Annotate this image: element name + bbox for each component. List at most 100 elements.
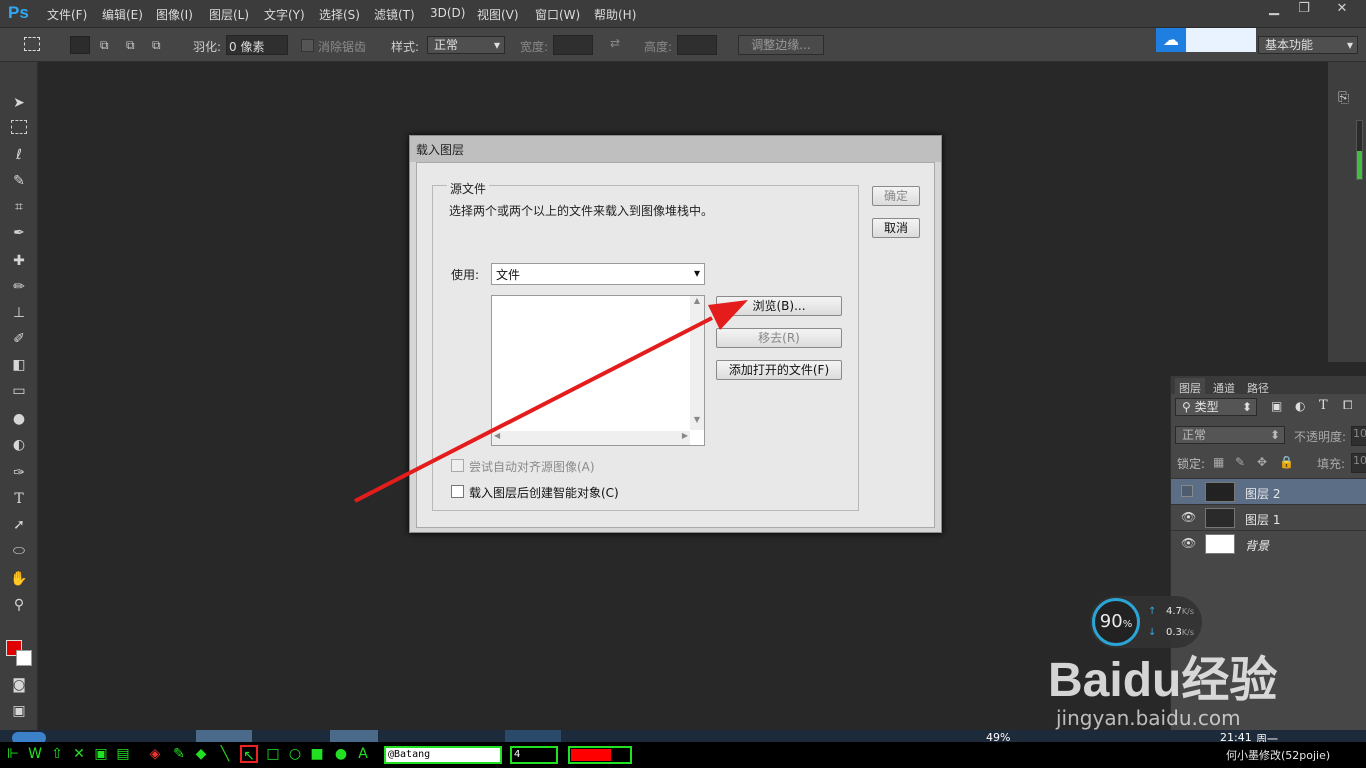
menu-layer[interactable]: 图层(L) bbox=[209, 6, 249, 23]
ok-button[interactable]: 确定 bbox=[872, 186, 920, 206]
blur-tool-icon[interactable]: ● bbox=[9, 410, 29, 428]
filled-circle-icon[interactable]: ● bbox=[332, 745, 350, 763]
file-list[interactable]: ▲ ▼ ◀ ▶ bbox=[491, 295, 705, 446]
menu-filter[interactable]: 滤镜(T) bbox=[374, 6, 415, 23]
menu-edit[interactable]: 编辑(E) bbox=[102, 6, 143, 23]
type-tool-icon[interactable]: T bbox=[9, 490, 29, 508]
browse-button[interactable]: 浏览(B)... bbox=[716, 296, 842, 316]
layer-name[interactable]: 图层 1 bbox=[1245, 511, 1280, 528]
word-icon[interactable]: W bbox=[26, 745, 44, 763]
layer-row-2[interactable]: 图层 2 bbox=[1171, 478, 1366, 504]
scrollbar[interactable] bbox=[1356, 120, 1363, 180]
arrow-tool-icon[interactable]: ↖ bbox=[240, 745, 258, 764]
layer-name[interactable]: 背景 bbox=[1245, 537, 1269, 554]
tab-layers[interactable]: 图层 bbox=[1175, 378, 1205, 398]
swap-icon[interactable]: ⇄ bbox=[610, 36, 620, 50]
add-selection-icon[interactable]: ⧉ bbox=[100, 38, 109, 53]
smart-object-checkbox[interactable] bbox=[451, 485, 464, 498]
circle-icon[interactable]: ○ bbox=[286, 745, 304, 763]
minimize-button[interactable]: ▁ bbox=[1259, 0, 1289, 20]
eyedropper-tool-icon[interactable]: ✒ bbox=[9, 224, 29, 242]
history-panel-icon[interactable]: ⎘ bbox=[1338, 90, 1349, 106]
pixel-filter-icon[interactable]: ▣ bbox=[1271, 399, 1282, 413]
height-input[interactable] bbox=[677, 35, 717, 55]
gradient-tool-icon[interactable]: ▭ bbox=[9, 382, 29, 400]
lasso-tool-icon[interactable]: ℓ bbox=[9, 146, 29, 164]
new-selection-icon[interactable] bbox=[70, 36, 90, 54]
visibility-toggle[interactable] bbox=[1181, 485, 1193, 497]
intersect-selection-icon[interactable]: ⧉ bbox=[152, 38, 161, 53]
lock-brush-icon[interactable]: ✎ bbox=[1235, 455, 1245, 469]
healing-tool-icon[interactable]: ✚ bbox=[9, 252, 29, 270]
horizontal-scrollbar[interactable]: ◀ ▶ bbox=[492, 431, 690, 445]
brush-tool-icon[interactable]: ✏ bbox=[9, 278, 29, 296]
feather-input[interactable]: 0 像素 bbox=[226, 35, 288, 55]
tab-channels[interactable]: 通道 bbox=[1209, 378, 1239, 398]
taskbar-app-3[interactable] bbox=[505, 730, 561, 742]
taskbar-app-2[interactable] bbox=[330, 730, 378, 742]
text-icon[interactable]: A bbox=[354, 745, 372, 763]
menu-file[interactable]: 文件(F) bbox=[47, 6, 87, 23]
menu-type[interactable]: 文字(Y) bbox=[264, 6, 305, 23]
layer-filter-select[interactable]: ⚲ 类型 ⬍ bbox=[1175, 398, 1257, 416]
use-select[interactable]: 文件 ▾ bbox=[491, 263, 705, 285]
baidu-cloud-icon[interactable]: ☁ bbox=[1156, 28, 1186, 52]
move-tool-icon[interactable]: ➤ bbox=[9, 94, 29, 112]
eraser-tool-icon[interactable]: ◧ bbox=[9, 356, 29, 374]
eye-icon[interactable]: 👁 bbox=[1181, 536, 1196, 550]
crop-tool-icon[interactable]: ⌗ bbox=[9, 198, 29, 216]
quick-mask-icon[interactable]: ◙ bbox=[9, 676, 29, 694]
pen-tool-icon[interactable]: ✑ bbox=[9, 464, 29, 482]
auto-align-checkbox[interactable] bbox=[451, 459, 464, 472]
eraser-icon[interactable]: ◈ bbox=[146, 745, 164, 763]
antialias-checkbox[interactable] bbox=[301, 39, 314, 52]
marquee-tool-icon[interactable] bbox=[11, 120, 27, 134]
refine-edge-button[interactable]: 调整边缘... bbox=[738, 35, 824, 55]
lock-pixels-icon[interactable]: ▦ bbox=[1213, 455, 1224, 469]
rect-marquee-icon[interactable] bbox=[24, 37, 40, 51]
subtract-selection-icon[interactable]: ⧉ bbox=[126, 38, 135, 53]
width-input[interactable] bbox=[553, 35, 593, 55]
shape-filter-icon[interactable]: ⧠ bbox=[1343, 398, 1353, 413]
close-icon[interactable]: ✕ bbox=[70, 745, 88, 763]
menu-3d[interactable]: 3D(D) bbox=[430, 6, 465, 20]
menu-view[interactable]: 视图(V) bbox=[477, 6, 519, 23]
lock-position-icon[interactable]: ✥ bbox=[1257, 455, 1267, 469]
fill-input[interactable]: 10 bbox=[1351, 453, 1366, 473]
layer-row-1[interactable]: 👁 图层 1 bbox=[1171, 504, 1366, 530]
background-color-swatch[interactable] bbox=[16, 650, 32, 666]
taskbar-app-1[interactable] bbox=[196, 730, 252, 742]
menu-image[interactable]: 图像(I) bbox=[156, 6, 193, 23]
opacity-input[interactable]: 10 bbox=[1351, 426, 1366, 446]
layer-row-background[interactable]: 👁 背景 bbox=[1171, 530, 1366, 556]
color-select[interactable] bbox=[568, 746, 632, 764]
fill-icon[interactable]: ◆ bbox=[192, 745, 210, 763]
pencil-icon[interactable]: ✎ bbox=[170, 745, 188, 763]
line-icon[interactable]: ╲ bbox=[216, 745, 234, 763]
size-select[interactable]: 4 bbox=[510, 746, 558, 764]
close-button[interactable]: ✕ bbox=[1322, 0, 1362, 20]
path-select-tool-icon[interactable]: ➚ bbox=[9, 516, 29, 534]
menu-help[interactable]: 帮助(H) bbox=[594, 6, 636, 23]
rectangle-icon[interactable]: □ bbox=[264, 745, 282, 763]
adjustment-filter-icon[interactable]: ◐ bbox=[1295, 399, 1305, 413]
hand-tool-icon[interactable]: ✋ bbox=[9, 570, 29, 588]
dock-icon[interactable]: ⊩ bbox=[4, 745, 22, 763]
workspace-select[interactable]: 基本功能 ▾ bbox=[1258, 36, 1358, 54]
menu-window[interactable]: 窗口(W) bbox=[535, 6, 580, 23]
history-brush-tool-icon[interactable]: ✐ bbox=[9, 330, 29, 348]
style-select[interactable]: 正常 ▾ bbox=[427, 36, 505, 54]
add-open-files-button[interactable]: 添加打开的文件(F) bbox=[716, 360, 842, 380]
open-folder-icon[interactable]: ▤ bbox=[114, 745, 132, 763]
dodge-tool-icon[interactable]: ◐ bbox=[9, 436, 29, 454]
save-icon[interactable]: ▣ bbox=[92, 745, 110, 763]
filled-rectangle-icon[interactable]: ■ bbox=[308, 745, 326, 763]
vertical-scrollbar[interactable]: ▲ ▼ bbox=[690, 296, 704, 430]
cloud-panel[interactable] bbox=[1186, 28, 1256, 52]
lock-all-icon[interactable]: 🔒 bbox=[1279, 455, 1294, 469]
menu-select[interactable]: 选择(S) bbox=[319, 6, 360, 23]
tab-paths[interactable]: 路径 bbox=[1243, 378, 1273, 398]
font-select[interactable]: @Batang bbox=[384, 746, 502, 764]
up-arrow-icon[interactable]: ⇧ bbox=[48, 745, 66, 763]
type-filter-icon[interactable]: T bbox=[1319, 398, 1328, 413]
